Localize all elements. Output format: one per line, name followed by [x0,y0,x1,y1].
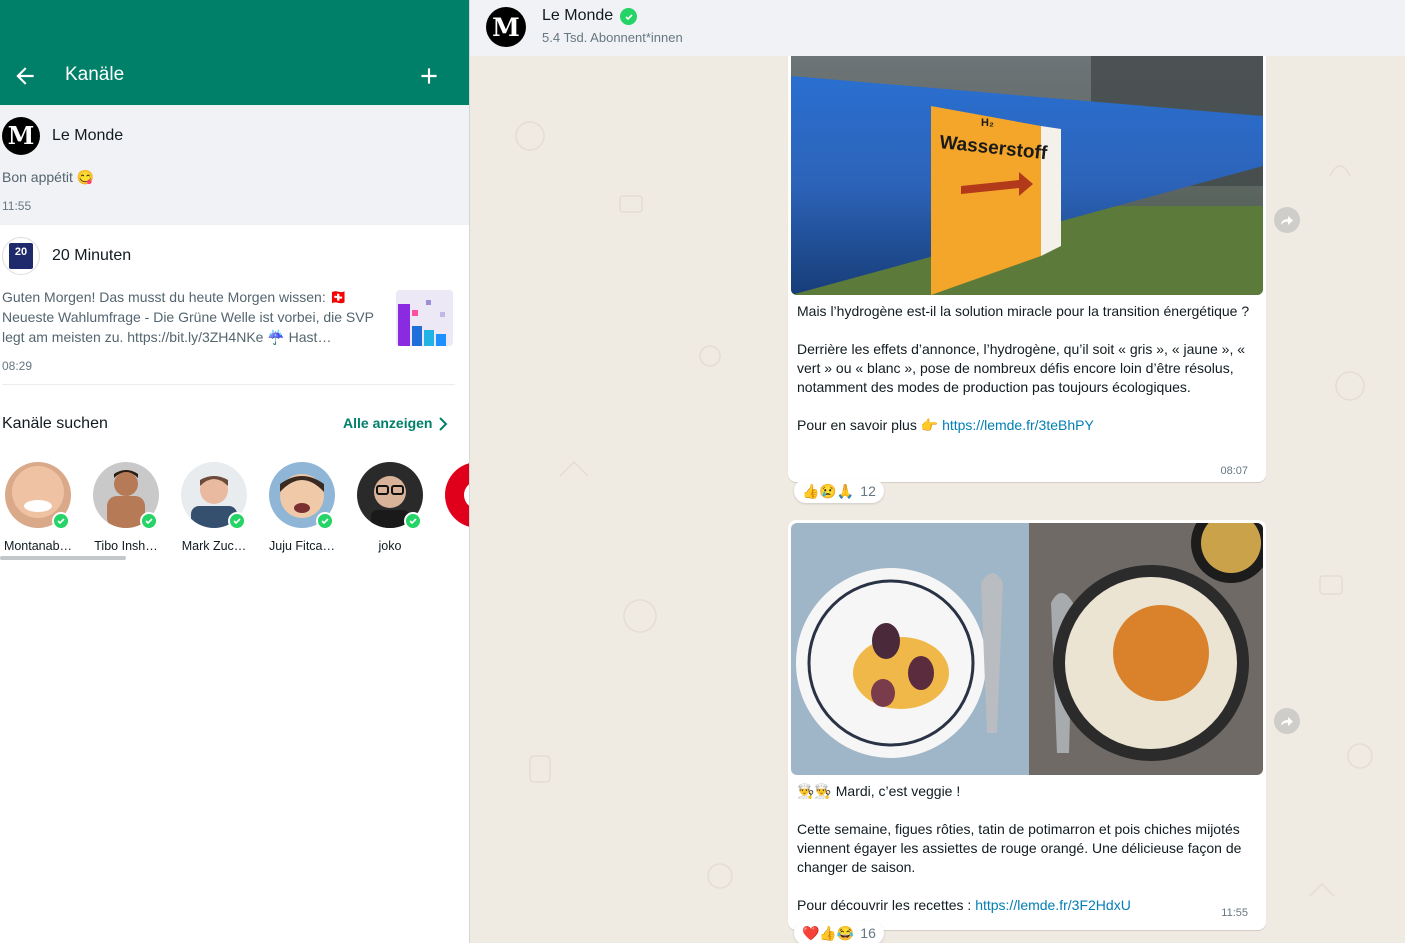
channel-time: 08:29 [2,359,33,373]
channel-name: Le Monde [52,127,124,144]
channels-panel: Kanäle M Le Monde Bon appétit 😋 11:55 20… [0,0,469,943]
message-link[interactable]: https://lemde.fr/3teBhPY [942,417,1094,433]
message-link[interactable]: https://lemde.fr/3F2HdxU [975,897,1131,913]
arrow-left-icon[interactable] [12,63,38,89]
message-image[interactable]: Wasserstoff H₂ [791,56,1263,295]
message-text: Mais l’hydrogène est-il la solution mira… [797,303,1250,433]
message-time: 11:55 [1221,907,1248,919]
plus-icon[interactable] [416,63,442,89]
suggested-channel-name: joko [378,539,402,553]
avatar [445,462,469,528]
suggested-channel[interactable]: Juju Fitca… [262,462,342,553]
verified-check-icon [316,512,334,530]
avatar[interactable]: M [486,7,526,47]
message-text: 👨‍🍳👨‍🍳 Mardi, c’est veggie ! Cette semai… [797,783,1242,913]
page-title: Kanäle [65,64,125,85]
pipe-sub-label: H₂ [981,117,994,129]
channel-name: 20 Minuten [52,247,132,264]
search-channels-title: Kanäle suchen [2,415,108,432]
channel-time: 11:55 [2,199,32,213]
avatar: M [2,117,40,155]
suggested-channel-name: Tibo Insh… [94,539,158,553]
verified-check-icon [52,512,70,530]
verified-check-icon [228,512,246,530]
channel-message: Wasserstoff H₂ Mais l’hydrogène est-il l… [788,56,1266,482]
chat-header[interactable]: M Le Monde 5.4 Tsd. Abonnent*innen [470,0,1405,56]
suggested-channel[interactable]: B [438,462,469,553]
channel-preview: Guten Morgen! Das musst du heute Morgen … [2,289,374,345]
forward-icon[interactable] [1274,207,1300,233]
suggested-channel[interactable]: Mark Zuc… [174,462,254,553]
forward-icon[interactable] [1274,708,1300,734]
message-reactions[interactable]: 👍😢🙏 12 [794,479,884,503]
suggested-channel-name: B [438,539,469,553]
suggested-channel-name: Juju Fitca… [269,539,335,553]
suggested-channel[interactable]: Tibo Insh… [86,462,166,553]
chat-title: Le Monde [542,7,614,24]
horizontal-scrollbar[interactable] [0,556,126,560]
channel-preview: Bon appétit 😋 [2,169,95,185]
channel-message: 👨‍🍳👨‍🍳 Mardi, c’est veggie ! Cette semai… [788,520,1266,930]
subscriber-count: 5.4 Tsd. Abonnent*innen [542,30,683,45]
verified-check-icon [140,512,158,530]
suggested-channel[interactable]: joko [350,462,430,553]
verified-check-icon [404,512,422,530]
message-image[interactable] [791,523,1263,775]
channel-item-le-monde[interactable]: M Le Monde Bon appétit 😋 11:55 [0,105,469,225]
verified-check-icon [620,8,637,25]
chevron-right-icon[interactable] [436,416,450,432]
preview-thumbnail [396,290,453,346]
show-all-link[interactable]: Alle anzeigen [343,415,432,431]
suggested-channel[interactable]: Montanab… [0,462,78,553]
chat-panel: M Le Monde 5.4 Tsd. Abonnent*innen Wasse… [469,0,1405,943]
message-time: 08:07 [1220,465,1248,477]
message-reactions[interactable]: ❤️👍😂 16 [794,921,884,943]
suggested-channel-name: Montanab… [3,539,73,553]
divider [2,384,455,385]
avatar: 20 [2,237,40,275]
channels-header: Kanäle [0,0,469,105]
suggested-channel-name: Mark Zuc… [181,539,247,553]
